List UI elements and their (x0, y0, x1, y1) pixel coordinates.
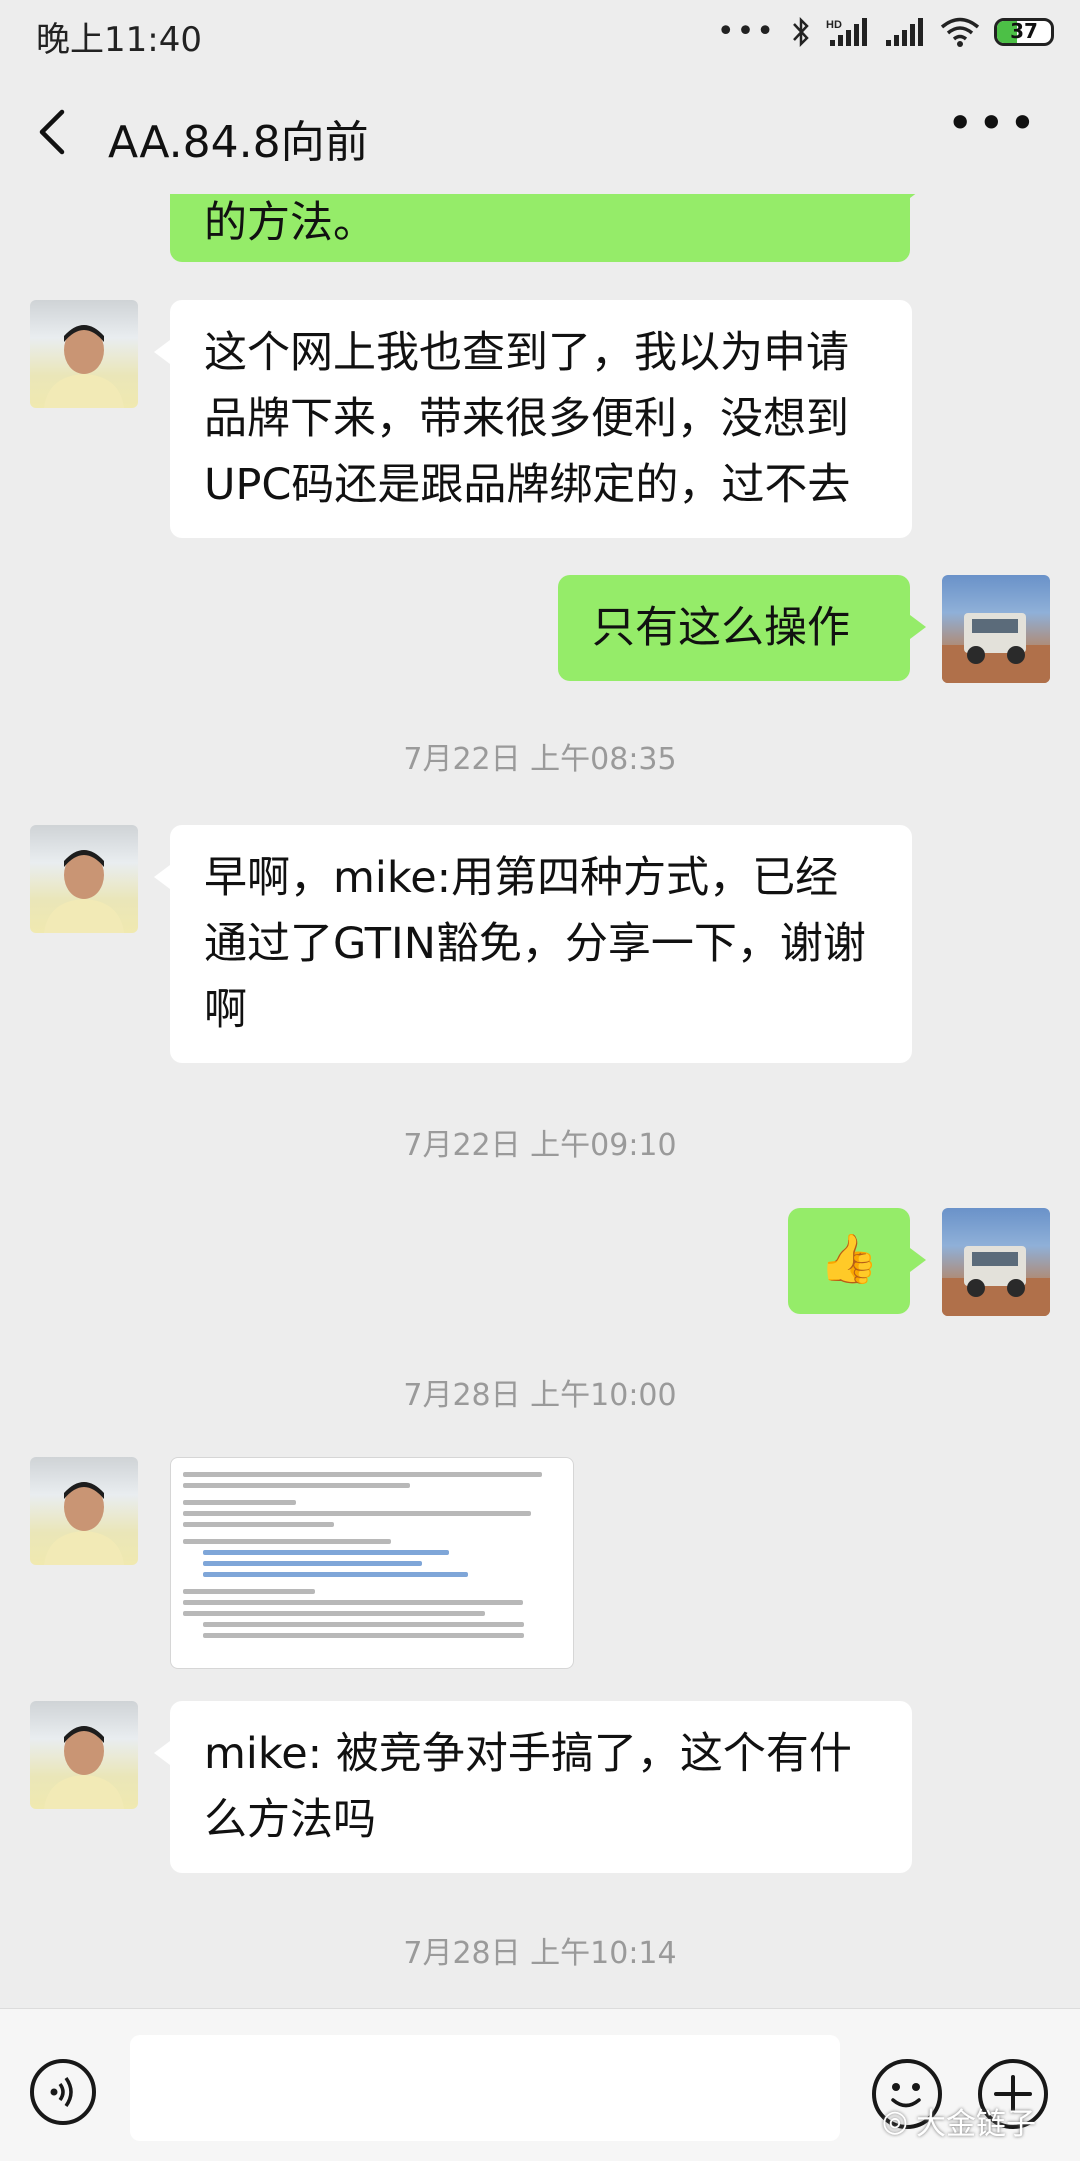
message-text: 只有这么操作 (592, 603, 850, 653)
person-photo-icon (44, 850, 124, 933)
status-icons: ••• HD 37 (717, 14, 1054, 49)
message-text: mike: 被竞争对手搞了，这个有什么方法吗 (204, 1729, 852, 1845)
avatar[interactable] (30, 1701, 138, 1809)
battery-icon: 37 (994, 17, 1054, 46)
chat-title: AA.84.8向前 (108, 117, 369, 168)
message-bubble-outgoing[interactable]: 👍 (788, 1208, 926, 1314)
person-photo-icon (44, 1482, 124, 1565)
wechat-logo-icon: ◎ (881, 2103, 908, 2139)
message-text: 这个网上我也查到了，我以为申请品牌下来，带来很多便利，没想到UPC码还是跟品牌绑… (204, 328, 851, 510)
person-photo-icon (44, 1726, 124, 1809)
watermark: ◎ 大金链子 (882, 2099, 1036, 2143)
input-bar: ◎ 大金链子 (0, 2008, 1080, 2161)
vehicle-photo-icon (942, 1246, 1050, 1316)
thumbs-up-icon: 👍 (819, 1231, 879, 1287)
signal-icon (886, 17, 923, 46)
battery-level: 37 (1010, 18, 1038, 43)
wifi-icon (940, 17, 980, 47)
bluetooth-icon (793, 16, 809, 47)
message-bubble-outgoing[interactable]: 只有这么操作 (558, 575, 926, 681)
status-bar: 晚上11:40 ••• HD 37 (0, 0, 1080, 70)
avatar[interactable] (30, 300, 138, 408)
avatar-self[interactable] (942, 575, 1050, 683)
more-dots-icon: ••• (946, 96, 1040, 150)
message-timestamp: 7月22日 上午09:10 (403, 1128, 677, 1163)
document-screenshot-image (183, 1472, 561, 1638)
message-bubble-incoming[interactable]: 这个网上我也查到了，我以为申请品牌下来，带来很多便利，没想到UPC码还是跟品牌绑… (154, 300, 912, 538)
person-photo-icon (44, 325, 124, 408)
voice-button[interactable] (30, 2059, 96, 2125)
message-bubble-outgoing[interactable]: 的方法。 (170, 194, 926, 262)
dots-icon: ••• (716, 14, 776, 49)
chat-header: AA.84.8向前 ••• (0, 70, 1080, 194)
avatar-self[interactable] (942, 1208, 1050, 1316)
voice-icon (50, 2076, 73, 2108)
message-text: 的方法。 (204, 198, 376, 248)
message-timestamp: 7月28日 上午10:00 (403, 1378, 677, 1413)
watermark-text: 大金链子 (916, 2107, 1036, 2142)
avatar[interactable] (30, 1457, 138, 1565)
svg-text:HD: HD (826, 19, 842, 31)
message-bubble-incoming[interactable]: 早啊，mike:用第四种方式，已经通过了GTIN豁免，分享一下，谢谢啊 (154, 825, 912, 1063)
chat-list[interactable]: 的方法。 这个网上我也查到了，我以为申请品牌下来，带来很多便利，没想到UPC码还… (0, 194, 1080, 2008)
message-timestamp: 7月22日 上午08:35 (403, 742, 677, 777)
message-input[interactable] (130, 2035, 840, 2141)
avatar[interactable] (30, 825, 138, 933)
vehicle-photo-icon (942, 613, 1050, 683)
more-button[interactable]: ••• (947, 96, 1040, 150)
status-time: 晚上11:40 (36, 20, 202, 60)
image-message[interactable] (170, 1457, 574, 1669)
hd-signal-icon: HD (826, 17, 867, 46)
message-timestamp: 7月28日 上午10:14 (403, 1936, 677, 1971)
chevron-left-icon (39, 109, 65, 155)
message-text: 早啊，mike:用第四种方式，已经通过了GTIN豁免，分享一下，谢谢啊 (204, 853, 866, 1035)
back-button[interactable] (28, 100, 78, 164)
message-bubble-incoming[interactable]: mike: 被竞争对手搞了，这个有什么方法吗 (154, 1701, 912, 1873)
